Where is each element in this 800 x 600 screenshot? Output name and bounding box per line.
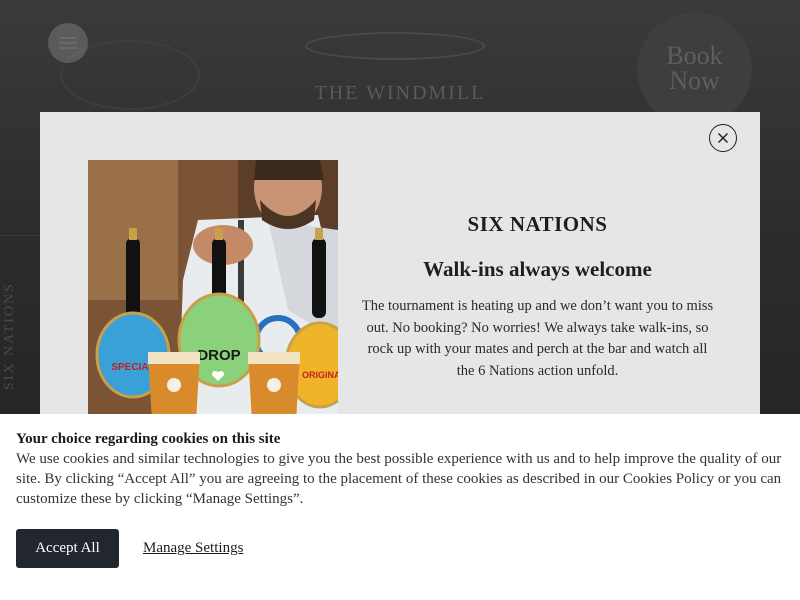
accept-all-button[interactable]: Accept All [16, 529, 119, 568]
site-header: THE WINDMILL Book Now [0, 0, 800, 127]
cookie-banner: Your choice regarding cookies on this si… [0, 414, 800, 600]
cookie-description: We use cookies and similar technologies … [16, 451, 782, 507]
close-button[interactable] [709, 124, 737, 152]
manage-settings-link[interactable]: Manage Settings [143, 540, 243, 557]
promo-modal: SPECIAL DROP ORIGINAL SIX NATIONS Walk-i… [40, 112, 760, 422]
hamburger-icon[interactable] [48, 23, 88, 63]
site-logo[interactable]: THE WINDMILL [300, 82, 500, 105]
promo-text-block: SIX NATIONS Walk-ins always welcome The … [360, 212, 715, 382]
logo-mark [305, 32, 485, 60]
book-now-line1: Book [666, 41, 723, 70]
svg-text:DROP: DROP [197, 347, 240, 364]
promo-body: The tournament is heating up and we don’… [361, 298, 714, 379]
promo-title: SIX NATIONS [467, 212, 608, 236]
cookie-actions: Accept All Manage Settings [16, 529, 243, 568]
svg-text:ORIGINAL: ORIGINAL [302, 370, 338, 380]
close-icon [718, 133, 728, 143]
book-now-line2: Now [669, 66, 720, 95]
book-now-button[interactable]: Book Now [637, 12, 752, 127]
side-label: SIX NATIONS [2, 282, 17, 390]
cookie-title: Your choice regarding cookies on this si… [16, 431, 281, 447]
bartender-pulling-pints-photo: SPECIAL DROP ORIGINAL [88, 160, 338, 422]
promo-subtitle: Walk-ins always welcome [423, 257, 652, 281]
